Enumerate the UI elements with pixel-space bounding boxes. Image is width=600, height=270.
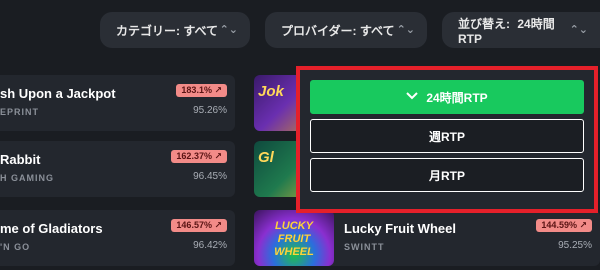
game-card[interactable]: sh Upon a Jackpot EPRINT 183.1% ↗ 95.26% <box>0 75 235 131</box>
sort-option-week[interactable]: 週RTP <box>310 119 584 153</box>
game-provider: EPRINT <box>0 107 40 117</box>
sort-filter-prefix: 並び替え: <box>458 16 510 31</box>
game-title: me of Gladiators <box>0 221 103 236</box>
sort-option-24h[interactable]: 24時間RTP <box>310 80 584 114</box>
chevron-up-down-icon: ⌃⌄ <box>569 23 588 36</box>
rtp-change-badge: 162.37% ↗ <box>171 150 227 163</box>
game-rtp: 95.26% <box>193 105 227 116</box>
game-rtp: 96.42% <box>193 240 227 251</box>
chevron-up-down-icon: ⌃⌄ <box>396 23 415 36</box>
category-filter[interactable]: カテゴリー: すべて ⌃⌄ <box>100 12 250 48</box>
game-rtp: 96.45% <box>193 171 227 182</box>
game-provider: 'N GO <box>0 242 31 252</box>
sort-option-label: 月RTP <box>428 168 465 183</box>
thumbnail-logo-text: LUCKY FRUIT WHEEL <box>274 220 314 258</box>
chevron-down-icon <box>406 91 419 103</box>
game-title: Lucky Fruit Wheel <box>344 221 456 236</box>
game-provider: SWINTT <box>344 242 385 252</box>
game-card[interactable]: me of Gladiators 'N GO 146.57% ↗ 96.42% <box>0 210 235 266</box>
game-rtp: 95.25% <box>558 240 592 251</box>
sort-option-label: 週RTP <box>428 129 465 144</box>
sort-option-label: 24時間RTP <box>426 90 488 105</box>
rtp-change-badge: 183.1% ↗ <box>176 84 227 97</box>
rtp-change-badge: 144.59% ↗ <box>536 219 592 232</box>
thumbnail-logo-text: Gl <box>258 149 274 166</box>
sort-filter[interactable]: 並び替え: 24時間RTP ⌃⌄ <box>442 12 600 48</box>
provider-filter[interactable]: プロバイダー: すべて ⌃⌄ <box>265 12 427 48</box>
provider-filter-label: プロバイダー: すべて <box>281 23 395 38</box>
game-title: sh Upon a Jackpot <box>0 86 116 101</box>
chevron-up-down-icon: ⌃⌄ <box>219 23 238 36</box>
rtp-change-badge: 146.57% ↗ <box>171 219 227 232</box>
thumbnail-logo-text: Jok <box>258 83 284 100</box>
sort-option-month[interactable]: 月RTP <box>310 158 584 192</box>
game-card[interactable]: Rabbit H GAMING 162.37% ↗ 96.45% <box>0 141 235 197</box>
game-thumbnail[interactable]: LUCKY FRUIT WHEEL <box>254 210 334 266</box>
sort-dropdown: 24時間RTP 週RTP 月RTP <box>296 66 598 213</box>
game-provider: H GAMING <box>0 173 54 183</box>
sort-filter-label: 並び替え: 24時間RTP <box>458 15 570 46</box>
game-title: Rabbit <box>0 152 41 167</box>
category-filter-label: カテゴリー: すべて <box>116 23 219 38</box>
